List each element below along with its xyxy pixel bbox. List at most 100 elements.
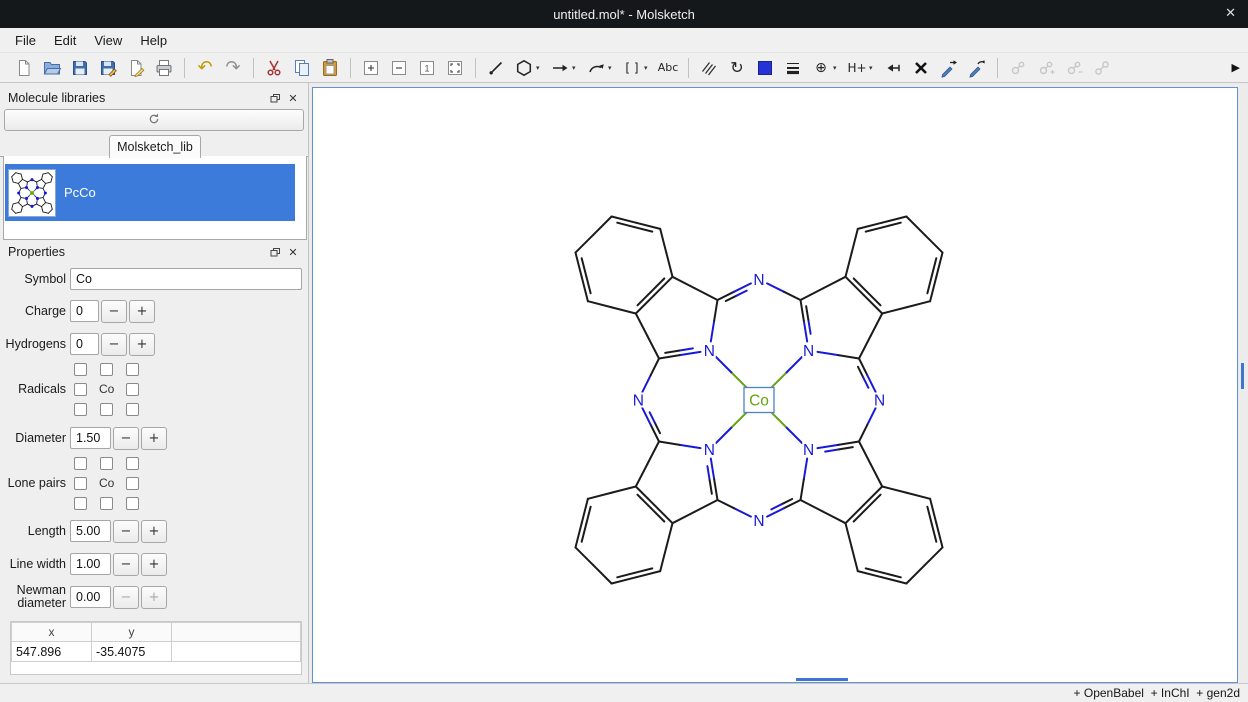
zoom-in-button[interactable] xyxy=(358,55,384,81)
bond[interactable] xyxy=(936,523,942,547)
window-close-button[interactable]: ✕ xyxy=(1225,6,1236,22)
bond[interactable] xyxy=(642,408,650,425)
vertical-scroll-indicator[interactable] xyxy=(1241,363,1244,389)
bond[interactable] xyxy=(635,227,653,231)
bond[interactable] xyxy=(726,296,736,301)
bond[interactable] xyxy=(924,547,942,565)
bond[interactable] xyxy=(695,288,718,300)
properties-float-icon[interactable] xyxy=(268,246,282,259)
save-file-button[interactable] xyxy=(67,55,93,81)
bond[interactable] xyxy=(932,524,936,542)
refresh-libraries-button[interactable] xyxy=(4,109,304,131)
bond[interactable] xyxy=(846,253,852,277)
bond[interactable] xyxy=(882,487,906,493)
bond[interactable] xyxy=(576,523,582,547)
bond[interactable] xyxy=(846,523,852,547)
hydrogens-increment-button[interactable]: + xyxy=(129,333,155,356)
bond[interactable] xyxy=(586,507,590,525)
bond[interactable] xyxy=(808,320,810,334)
draw-bond-tool-button[interactable] xyxy=(483,55,509,81)
color-swatch-button[interactable] xyxy=(752,55,778,81)
radical-checkbox[interactable] xyxy=(126,383,139,396)
atom-N-label[interactable]: N xyxy=(803,343,814,360)
bond[interactable] xyxy=(787,357,803,373)
bond[interactable] xyxy=(636,314,648,337)
export-document-button[interactable] xyxy=(123,55,149,81)
bond[interactable] xyxy=(582,524,586,542)
bond[interactable] xyxy=(867,495,880,508)
bond[interactable] xyxy=(906,301,930,307)
open-file-button[interactable] xyxy=(39,55,65,81)
bond[interactable] xyxy=(637,495,650,508)
bracket-tool-button[interactable]: [ ] xyxy=(619,55,645,81)
line-width-tool-button[interactable] xyxy=(780,55,806,81)
bond[interactable] xyxy=(714,479,717,500)
bond[interactable] xyxy=(711,458,714,479)
radical-checkbox[interactable] xyxy=(74,383,87,396)
lonepair-checkbox[interactable] xyxy=(100,457,113,470)
diameter-value[interactable]: 1.50 xyxy=(70,427,111,449)
bond[interactable] xyxy=(731,372,747,388)
coord-x-value[interactable]: 547.896 xyxy=(12,642,92,662)
text-tool-button[interactable]: Abc xyxy=(655,55,681,81)
bond[interactable] xyxy=(16,182,19,183)
menu-view[interactable]: View xyxy=(85,33,131,48)
bond[interactable] xyxy=(854,278,867,291)
bond[interactable] xyxy=(20,188,21,190)
bond[interactable] xyxy=(588,301,612,307)
bond[interactable] xyxy=(718,500,735,508)
bond[interactable] xyxy=(34,180,36,181)
bond[interactable] xyxy=(867,408,875,425)
bond[interactable] xyxy=(673,277,696,289)
bond[interactable] xyxy=(867,375,875,392)
bond[interactable] xyxy=(817,352,838,355)
bond[interactable] xyxy=(787,428,803,444)
lonepair-checkbox[interactable] xyxy=(126,477,139,490)
bond[interactable] xyxy=(659,442,680,445)
atom-N-label[interactable]: N xyxy=(753,513,764,530)
bond[interactable] xyxy=(582,258,586,276)
radical-checkbox[interactable] xyxy=(126,403,139,416)
bond[interactable] xyxy=(817,445,838,448)
bond[interactable] xyxy=(576,235,594,253)
bond[interactable] xyxy=(859,442,871,465)
bond[interactable] xyxy=(859,425,867,442)
bond[interactable] xyxy=(924,235,942,253)
copy-button[interactable] xyxy=(289,55,315,81)
charge-value[interactable]: 0 xyxy=(70,300,99,322)
bond[interactable] xyxy=(736,291,746,296)
hatch-tool-button[interactable] xyxy=(696,55,722,81)
bond[interactable] xyxy=(637,292,650,305)
charge-tool-button[interactable]: ⊕ xyxy=(808,55,834,81)
library-float-icon[interactable] xyxy=(268,92,282,105)
connection-tool-button[interactable] xyxy=(880,55,906,81)
bond[interactable] xyxy=(612,577,636,583)
linewidth-value[interactable]: 1.00 xyxy=(70,553,111,575)
bond[interactable] xyxy=(734,508,751,516)
bond[interactable] xyxy=(852,229,858,253)
length-increment-button[interactable]: + xyxy=(141,520,167,543)
charge-tool-dropdown[interactable]: ▾ xyxy=(833,64,842,72)
linewidth-decrement-button[interactable]: − xyxy=(113,553,139,576)
lonepair-checkbox[interactable] xyxy=(126,457,139,470)
save-as-button[interactable] xyxy=(95,55,121,81)
bond[interactable] xyxy=(46,182,49,183)
hydrogen-tool-button[interactable]: H+ xyxy=(844,55,870,81)
openbabel-optimize-button[interactable] xyxy=(1005,55,1031,81)
openbabel-hydrogens-button[interactable] xyxy=(1033,55,1059,81)
bond[interactable] xyxy=(680,352,701,355)
ring-tool-dropdown[interactable]: ▾ xyxy=(536,64,545,72)
drawing-canvas[interactable]: CoNNNNNNNN xyxy=(312,87,1238,683)
newman-increment-button[interactable]: + xyxy=(141,586,167,609)
bond[interactable] xyxy=(784,292,801,300)
bond[interactable] xyxy=(651,278,664,291)
hydrogen-tool-dropdown[interactable]: ▾ xyxy=(869,64,878,72)
bond[interactable] xyxy=(46,202,49,203)
bond[interactable] xyxy=(882,307,906,313)
newman-value[interactable]: 0.00 xyxy=(70,586,111,608)
hydrogens-decrement-button[interactable]: − xyxy=(101,333,127,356)
bond[interactable] xyxy=(617,573,635,577)
bond[interactable] xyxy=(665,351,679,353)
library-close-icon[interactable]: ✕ xyxy=(286,92,300,105)
mechanism-pen-alt-tool-button[interactable] xyxy=(964,55,990,81)
